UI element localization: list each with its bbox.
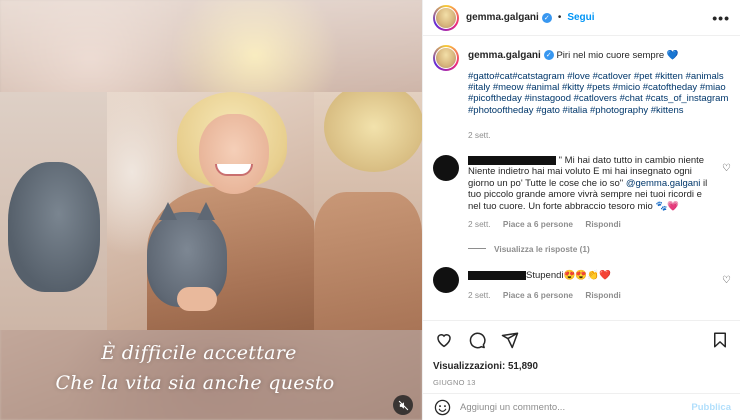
caption-username[interactable]: gemma.galgani (468, 50, 541, 61)
views-count[interactable]: Visualizzazioni: 51,890 (433, 361, 731, 372)
comment: " Mi hai dato tutto in cambio niente Nie… (433, 154, 731, 231)
comment-time[interactable]: 2 sett. (468, 219, 491, 229)
comment-meta: 2 sett. Piace a 6 persone Rispondi (468, 290, 713, 302)
view-replies-button[interactable]: Visualizza le risposte (1) (468, 244, 731, 254)
post-actions: Visualizzazioni: 51,890 GIUGNO 13 (423, 320, 740, 387)
more-options-icon[interactable]: ••• (712, 10, 730, 26)
media-side-right (314, 92, 422, 330)
comment-text: Stupendi😍😍👏❤️ (526, 269, 611, 281)
publish-button[interactable]: Pubblica (691, 402, 731, 413)
comment-input[interactable] (460, 401, 692, 413)
reply-button[interactable]: Rispondi (585, 219, 621, 229)
caption-hashtags[interactable]: #gatto#cat#catstagram #love #catlover #p… (468, 71, 731, 117)
follow-button[interactable]: Segui (567, 12, 594, 23)
emoji-icon[interactable] (433, 398, 451, 416)
verified-badge-icon: ✓ (541, 12, 552, 23)
post-panel: gemma.galgani ✓ • Segui ••• gemma.galgan… (422, 0, 740, 420)
comments-scroll[interactable]: gemma.galgani ✓ Piri nel mio cuore sempre… (423, 37, 740, 320)
verified-badge-icon: ✓ (543, 50, 554, 61)
caption-avatar[interactable] (433, 45, 459, 71)
caption-time[interactable]: 2 sett. (468, 130, 731, 142)
commenter-avatar[interactable] (433, 266, 459, 293)
comment-icon[interactable] (466, 329, 488, 351)
post-header: gemma.galgani ✓ • Segui ••• (423, 0, 740, 36)
add-comment-bar: Pubblica (423, 393, 740, 420)
media-photo (107, 92, 314, 330)
view-replies-label: Visualizza le risposte (1) (494, 243, 590, 254)
reply-button[interactable]: Rispondi (585, 290, 621, 300)
post-date[interactable]: GIUGNO 13 (433, 378, 731, 387)
media-caption-line2: Che la vita sia anche questo (55, 372, 335, 394)
comment: Stupendi😍😍👏❤️ 2 sett. Piace a 6 persone … (433, 266, 731, 302)
comment-likes[interactable]: Piace a 6 persone (503, 219, 573, 229)
heart-icon[interactable]: ♡ (722, 275, 731, 286)
comment-time[interactable]: 2 sett. (468, 290, 491, 300)
media-caption-line1: È difficile accettare (101, 342, 297, 364)
avatar[interactable] (433, 4, 459, 31)
share-icon[interactable] (499, 329, 521, 351)
separator-dot: • (557, 12, 562, 23)
comment-meta: 2 sett. Piace a 6 persone Rispondi (468, 219, 713, 231)
bookmark-icon[interactable] (709, 329, 731, 351)
comment-mention[interactable]: @gemma.galgani (626, 178, 701, 189)
header-username[interactable]: gemma.galgani (466, 12, 539, 23)
comment-likes[interactable]: Piace a 6 persone (503, 290, 573, 300)
commenter-avatar[interactable] (433, 154, 459, 181)
post-caption: gemma.galgani ✓ Piri nel mio cuore sempre… (433, 45, 731, 142)
heart-icon[interactable]: ♡ (722, 163, 731, 174)
media-side-left (0, 92, 107, 330)
mute-icon[interactable] (393, 395, 413, 415)
post-media[interactable]: È difficile accettare Che la vita sia an… (0, 0, 422, 420)
redacted-username (468, 155, 556, 165)
redacted-username (468, 270, 526, 280)
like-heart-icon[interactable] (433, 329, 455, 351)
caption-text: Piri nel mio cuore sempre 💙 (556, 50, 679, 61)
